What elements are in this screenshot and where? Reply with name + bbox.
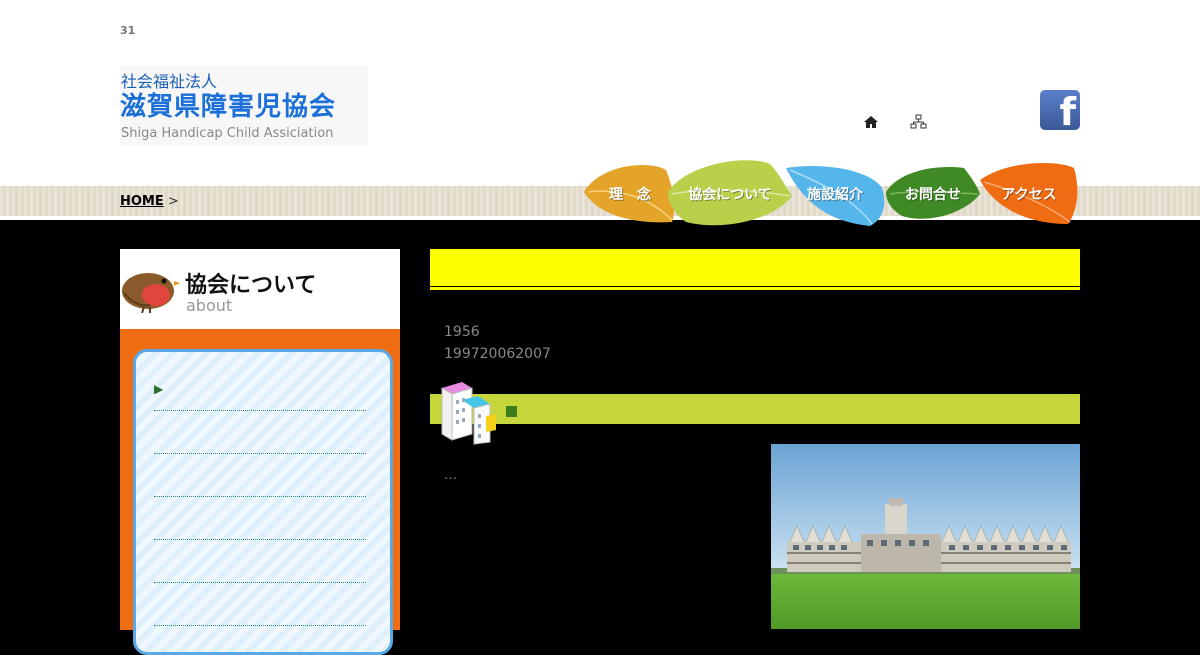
home-icon[interactable] <box>863 114 879 130</box>
nav-label-about: 協会について <box>688 187 772 203</box>
intro-line-1: 1956 <box>444 324 480 340</box>
facebook-icon[interactable]: f <box>1040 90 1080 134</box>
nav-item-facilities[interactable]: 施設紹介 <box>784 164 886 226</box>
nav-label-contact: お問合せ <box>905 187 961 203</box>
logo-org-name: 滋賀県障害児協会 <box>120 92 337 122</box>
sidebar-menu: ▶ <box>120 329 400 655</box>
page-title-bar <box>430 249 1080 286</box>
nav-label-access: アクセス <box>1001 187 1057 203</box>
sidebar-item[interactable] <box>154 496 366 497</box>
building-icon <box>441 382 496 445</box>
body-text: … <box>444 468 457 483</box>
sidebar-panel: ▶ <box>133 349 393 655</box>
breadcrumb-home-link[interactable]: HOME <box>120 194 164 209</box>
sidebar-title: 協会について <box>185 273 317 298</box>
sidebar-subtitle: about <box>186 296 233 315</box>
sidebar-item[interactable] <box>154 453 366 454</box>
sidebar-item[interactable] <box>154 582 366 583</box>
section-bullet-icon <box>506 406 517 417</box>
section-heading-bar <box>430 394 1080 424</box>
nav-item-about[interactable]: 協会について <box>666 158 794 228</box>
page-number: 31 <box>120 24 136 37</box>
menu-arrow-icon[interactable]: ▶ <box>154 382 163 396</box>
sidebar-item[interactable] <box>154 625 366 626</box>
nav-item-access[interactable]: アクセス <box>978 162 1080 226</box>
sidebar-header: 協会について about <box>120 249 400 329</box>
sitemap-icon[interactable] <box>910 114 927 130</box>
sidebar-item[interactable] <box>154 539 366 540</box>
title-underline <box>430 287 1080 290</box>
site-logo[interactable]: 社会福祉法人 滋賀県障害児協会 Shiga Handicap Child Ass… <box>120 66 368 146</box>
site-header: 31 社会福祉法人 滋賀県障害児協会 Shiga Handicap Child … <box>0 0 1200 186</box>
logo-english-name: Shiga Handicap Child Assiciation <box>121 126 334 141</box>
nav-item-contact[interactable]: お問合せ <box>884 164 982 222</box>
robin-bird-icon <box>122 273 180 313</box>
sidebar-item[interactable] <box>154 410 366 411</box>
nav-label-facilities: 施設紹介 <box>807 187 863 203</box>
nav-item-philosophy[interactable]: 理 念 <box>580 162 680 224</box>
intro-line-2: 199720062007 <box>444 346 551 362</box>
breadcrumb: HOME > <box>120 194 179 209</box>
facility-photo <box>771 444 1080 629</box>
intro-text: 1956 199720062007 <box>444 321 551 365</box>
breadcrumb-separator: > <box>167 194 179 209</box>
nav-label-philosophy: 理 念 <box>609 187 651 203</box>
